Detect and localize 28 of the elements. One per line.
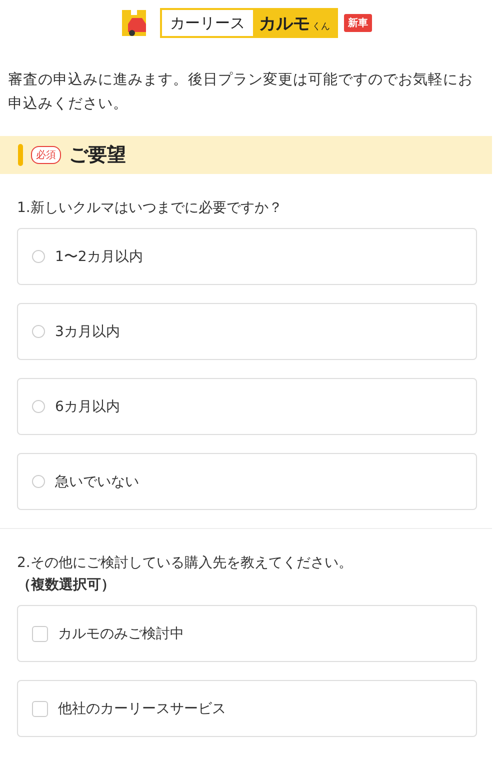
brand-name: カルモ bbox=[259, 12, 310, 34]
option-label: 急いでいない bbox=[55, 472, 139, 490]
brand-suffix: くん bbox=[312, 20, 330, 32]
checkbox-option[interactable]: 他社のカーリースサービス bbox=[17, 680, 477, 737]
radio-option[interactable]: 6カ月以内 bbox=[17, 378, 477, 435]
option-label: 3カ月以内 bbox=[55, 322, 120, 340]
option-label: カルモのみご検討中 bbox=[58, 624, 184, 642]
radio-option[interactable]: 1〜2カ月以内 bbox=[17, 228, 477, 285]
radio-button[interactable] bbox=[32, 325, 45, 338]
required-badge: 必須 bbox=[31, 146, 61, 164]
checkbox[interactable] bbox=[32, 700, 48, 716]
checkbox[interactable] bbox=[32, 626, 48, 642]
option-label: 6カ月以内 bbox=[55, 398, 120, 416]
question-note: （複数選択可） bbox=[17, 576, 116, 595]
radio-button[interactable] bbox=[32, 400, 45, 413]
radio-button[interactable] bbox=[32, 250, 45, 263]
intro-text: 審査の申込みに進みます。後日プラン変更は可能ですのでお気軽にお申込みください。 bbox=[8, 70, 474, 114]
checkbox-option[interactable]: カルモのみご検討中 bbox=[17, 605, 477, 662]
new-car-tag: 新車 bbox=[344, 14, 372, 32]
section-title: ご要望 bbox=[69, 143, 126, 168]
question-text: 1.新しいクルマはいつまでに必要ですか？ bbox=[17, 200, 282, 216]
radio-option[interactable]: 急いでいない bbox=[17, 453, 477, 510]
accent-bar bbox=[18, 144, 23, 166]
radio-button[interactable] bbox=[32, 475, 45, 488]
option-label: 1〜2カ月以内 bbox=[55, 248, 143, 266]
option-label: 他社のカーリースサービス bbox=[58, 700, 226, 718]
question-text: 2.その他にご検討している購入先を教えてください。 bbox=[17, 555, 352, 571]
radio-option[interactable]: 3カ月以内 bbox=[17, 303, 477, 360]
